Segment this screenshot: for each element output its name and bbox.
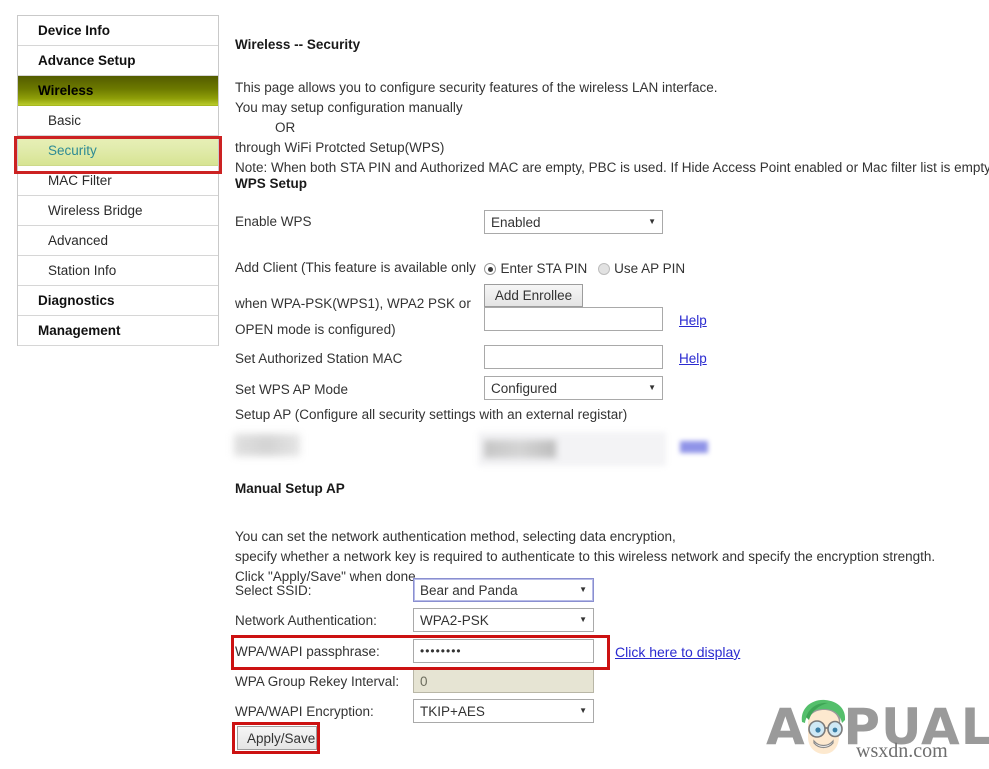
intro-line-1: This page allows you to configure securi… xyxy=(235,78,989,98)
network-authentication-label: Network Authentication: xyxy=(235,613,377,628)
sidebar-item-label: Diagnostics xyxy=(38,293,115,308)
radio-use-ap-pin[interactable] xyxy=(598,263,610,275)
rekey-interval-label: WPA Group Rekey Interval: xyxy=(235,674,399,689)
encryption-select-wrap[interactable]: TKIP+AES ▼ xyxy=(413,699,594,723)
sidebar-item-management[interactable]: Management xyxy=(18,316,218,346)
intro-note: Note: When both STA PIN and Authorized M… xyxy=(235,158,989,178)
sta-pin-input[interactable] xyxy=(484,307,663,331)
intro-line-3: through WiFi Protcted Setup(WPS) xyxy=(235,138,989,158)
add-client-label-line-3: OPEN mode is configured) xyxy=(235,322,396,337)
enable-wps-label: Enable WPS xyxy=(235,214,312,229)
sidebar-item-advance-setup[interactable]: Advance Setup xyxy=(18,46,218,76)
network-authentication-select-wrap[interactable]: WPA2-PSK ▼ xyxy=(413,608,594,632)
mascot-face-icon xyxy=(794,696,854,762)
wps-ap-mode-label: Set WPS AP Mode xyxy=(235,382,348,397)
apply-save-button[interactable]: Apply/Save xyxy=(237,726,317,750)
wps-setup-heading: WPS Setup xyxy=(235,176,307,191)
add-enrollee-button[interactable]: Add Enrollee xyxy=(484,284,583,307)
manual-setup-ap-heading: Manual Setup AP xyxy=(235,481,345,496)
setup-ap-note: Setup AP (Configure all security setting… xyxy=(235,405,627,425)
wps-ap-mode-select-wrap[interactable]: Configured ▼ xyxy=(484,376,663,400)
click-here-to-display-link[interactable]: Click here to display xyxy=(615,644,740,660)
sidebar-item-label: Management xyxy=(38,323,121,338)
sidebar-item-basic[interactable]: Basic xyxy=(18,106,218,136)
sidebar-item-advanced[interactable]: Advanced xyxy=(18,226,218,256)
sidebar-item-device-info[interactable]: Device Info xyxy=(18,16,218,46)
redacted-field-text xyxy=(484,440,556,458)
sidebar-item-label: Advanced xyxy=(48,233,108,248)
sidebar-item-label: Basic xyxy=(48,113,81,128)
authorized-station-mac-label: Set Authorized Station MAC xyxy=(235,351,402,366)
sidebar-item-label: MAC Filter xyxy=(48,173,112,188)
page-title: Wireless -- Security xyxy=(235,37,360,52)
enable-wps-select[interactable]: Enabled xyxy=(484,210,663,234)
intro-paragraph: This page allows you to configure securi… xyxy=(235,78,989,178)
select-ssid-select-wrap[interactable]: Bear and Panda ▼ xyxy=(413,578,594,602)
sidebar-item-wireless-bridge[interactable]: Wireless Bridge xyxy=(18,196,218,226)
sidebar-item-station-info[interactable]: Station Info xyxy=(18,256,218,286)
intro-or: OR xyxy=(235,118,989,138)
radio-enter-sta-pin[interactable] xyxy=(484,263,496,275)
radio-enter-sta-pin-label: Enter STA PIN xyxy=(500,261,587,276)
sidebar-item-label: Wireless xyxy=(38,83,93,98)
help-link-sta-pin[interactable]: Help xyxy=(679,313,707,328)
add-client-radio-group[interactable]: Enter STA PIN Use AP PIN xyxy=(484,260,685,278)
sidebar-item-label: Wireless Bridge xyxy=(48,203,143,218)
redacted-label xyxy=(234,434,300,456)
rekey-interval-input[interactable] xyxy=(413,669,594,693)
encryption-label: WPA/WAPI Encryption: xyxy=(235,704,374,719)
network-authentication-select[interactable]: WPA2-PSK xyxy=(413,608,594,632)
sidebar-item-security[interactable]: Security xyxy=(18,136,218,166)
enable-wps-select-wrap[interactable]: Enabled ▼ xyxy=(484,210,663,234)
manual-desc-line-2: specify whether a network key is require… xyxy=(235,547,935,567)
appuals-watermark: APPUALS wsxdn.com xyxy=(766,696,988,766)
manual-desc-line-1: You can set the network authentication m… xyxy=(235,527,935,547)
help-link-authorized-mac[interactable]: Help xyxy=(679,351,707,366)
sidebar-item-diagnostics[interactable]: Diagnostics xyxy=(18,286,218,316)
sidebar-item-label: Device Info xyxy=(38,23,110,38)
watermark-site: wsxdn.com xyxy=(856,740,948,763)
sidebar-item-mac-filter[interactable]: MAC Filter xyxy=(18,166,218,196)
main-content: Wireless -- Security This page allows yo… xyxy=(235,0,989,769)
intro-line-2: You may setup configuration manually xyxy=(235,98,989,118)
add-client-label-line-2: when WPA-PSK(WPS1), WPA2 PSK or xyxy=(235,296,471,311)
select-ssid-label: Select SSID: xyxy=(235,583,312,598)
radio-use-ap-pin-label: Use AP PIN xyxy=(614,261,685,276)
wps-ap-mode-select[interactable]: Configured xyxy=(484,376,663,400)
add-client-label-line-1: Add Client (This feature is available on… xyxy=(235,260,476,275)
authorized-station-mac-input[interactable] xyxy=(484,345,663,369)
passphrase-label: WPA/WAPI passphrase: xyxy=(235,644,380,659)
encryption-select[interactable]: TKIP+AES xyxy=(413,699,594,723)
redacted-link[interactable] xyxy=(680,441,708,453)
sidebar-item-label: Station Info xyxy=(48,263,116,278)
sidebar-item-label: Advance Setup xyxy=(38,53,136,68)
sidebar-nav: Device Info Advance Setup Wireless Basic… xyxy=(17,15,219,346)
sidebar-item-label: Security xyxy=(48,143,97,158)
passphrase-input[interactable]: •••••••• xyxy=(413,639,594,663)
select-ssid-select[interactable]: Bear and Panda xyxy=(413,578,594,602)
sidebar-item-wireless[interactable]: Wireless xyxy=(18,76,218,106)
